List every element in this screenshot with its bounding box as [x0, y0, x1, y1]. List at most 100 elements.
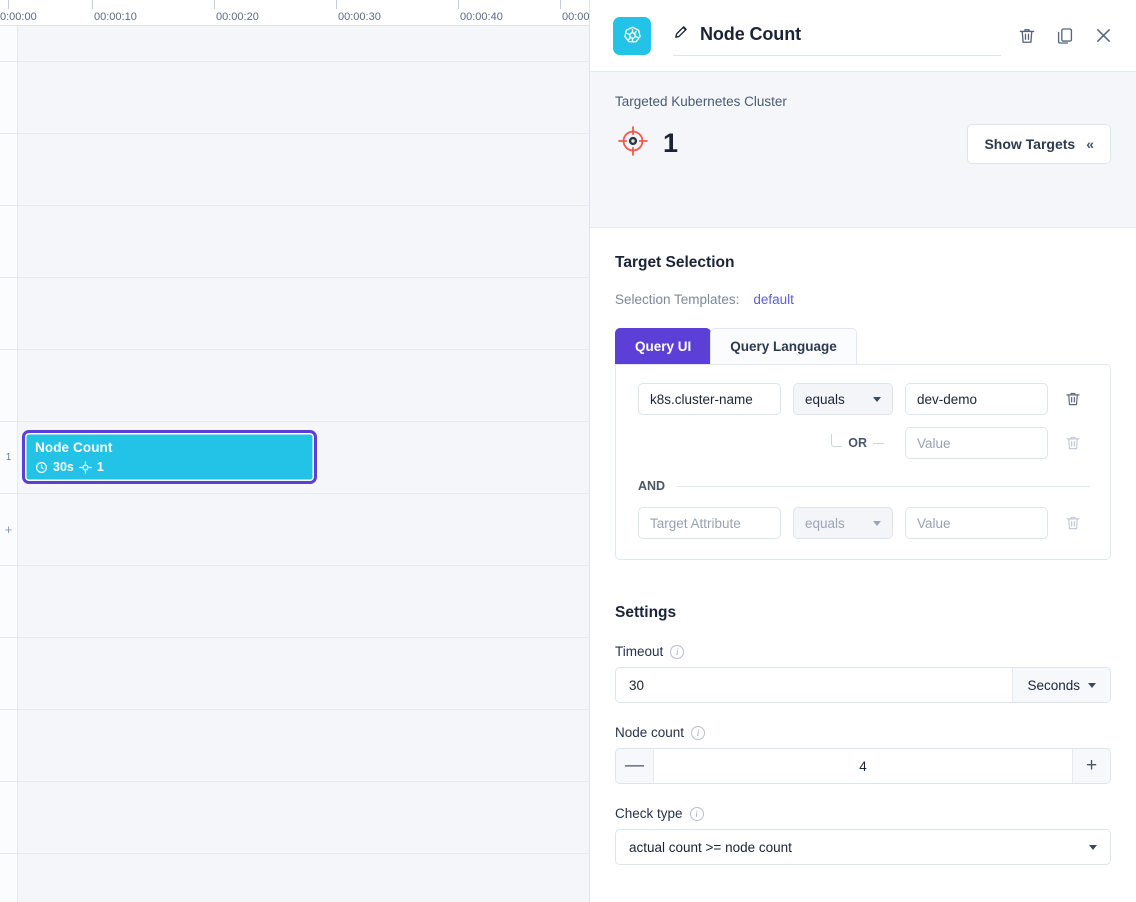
settings-section: Settings Timeout i 30 Seconds Node count [590, 604, 1136, 865]
chevron-down-icon [1088, 683, 1096, 688]
step-card-target-count: 1 [97, 460, 104, 474]
crosshair-target-icon [615, 123, 651, 164]
increment-button[interactable]: + [1072, 749, 1110, 783]
info-icon[interactable]: i [670, 645, 684, 659]
clock-icon [35, 461, 48, 474]
pencil-icon[interactable] [673, 23, 690, 45]
check-type-field: Check type i actual count >= node count [615, 806, 1111, 865]
timeline-panel: 0:00:00 00:00:10 00:00:20 00:00:30 00:00… [0, 0, 590, 902]
targeted-cluster-row: 1 Show Targets « [615, 123, 1111, 164]
tick-mark [458, 0, 459, 9]
or-value-input[interactable]: Value [905, 427, 1048, 459]
step-card-node-count[interactable]: Node Count 30s 1 [22, 430, 317, 484]
check-type-select[interactable]: actual count >= node count [615, 829, 1111, 865]
target-attribute-input-empty[interactable]: Target Attribute [638, 507, 781, 539]
target-summary: Targeted Kubernetes Cluster 1 Show Targe… [590, 72, 1136, 228]
tick-label: 00:00:40 [460, 11, 503, 23]
timeline-row[interactable] [0, 638, 589, 710]
or-elbow-line [831, 434, 842, 447]
crosshair-target-glyph [615, 123, 651, 159]
targeted-cluster-label: Targeted Kubernetes Cluster [615, 94, 1111, 109]
or-connector: OR [638, 434, 893, 453]
timeline-row[interactable] [0, 566, 589, 638]
timeline-row[interactable] [0, 782, 589, 854]
info-icon[interactable]: i [690, 807, 704, 821]
delete-condition-button-empty[interactable] [1064, 514, 1082, 532]
timeline-row[interactable] [0, 710, 589, 782]
close-icon [1093, 25, 1114, 46]
tick-mark [92, 0, 93, 9]
lane-number: 1 [0, 422, 18, 494]
settings-title: Settings [615, 604, 1111, 622]
node-count-label-row: Node count i [615, 725, 1111, 740]
selection-templates-label: Selection Templates: [615, 292, 739, 307]
kubernetes-icon [613, 17, 651, 55]
add-lane-button[interactable]: + [0, 494, 18, 566]
timeline-row[interactable] [0, 134, 589, 206]
chevron-down-icon [1089, 845, 1097, 850]
query-row-empty: Target Attribute equals Value [638, 507, 1090, 539]
selection-templates-row: Selection Templates: default [615, 292, 1111, 307]
info-icon[interactable]: i [691, 726, 705, 740]
operator-select[interactable]: equals [793, 383, 893, 415]
node-count-field: Node count i — 4 + [615, 725, 1111, 784]
target-value-input-empty[interactable]: Value [905, 507, 1048, 539]
timeout-input[interactable]: 30 [616, 668, 1012, 702]
target-attribute-input[interactable]: k8s.cluster-name [638, 383, 781, 415]
timeline-row[interactable] [0, 350, 589, 422]
timeline-row[interactable] [0, 62, 589, 134]
show-targets-button[interactable]: Show Targets « [967, 124, 1111, 164]
timeline-row[interactable] [0, 278, 589, 350]
trash-icon [1064, 514, 1082, 532]
timeline-row[interactable] [0, 854, 589, 902]
chevron-down-icon [873, 397, 881, 402]
operator-value: equals [805, 516, 845, 531]
timeout-unit-value: Seconds [1027, 678, 1080, 693]
operator-select-empty[interactable]: equals [793, 507, 893, 539]
show-targets-label: Show Targets [984, 136, 1075, 152]
node-count-stepper: — 4 + [615, 748, 1111, 784]
check-type-label-row: Check type i [615, 806, 1111, 821]
selection-template-default-link[interactable]: default [753, 292, 794, 307]
delete-or-condition-button[interactable] [1064, 434, 1082, 452]
node-count-value[interactable]: 4 [654, 749, 1072, 783]
step-card-meta: 30s 1 [35, 460, 304, 474]
tick-label: 00:00:10 [94, 11, 137, 23]
kubernetes-helm-glyph [622, 25, 643, 46]
timeout-field: Timeout i 30 Seconds [615, 644, 1111, 703]
delete-button[interactable] [1017, 26, 1037, 46]
step-card-duration: 30s [53, 460, 74, 474]
target-selection-title: Target Selection [615, 254, 1111, 272]
tab-query-language[interactable]: Query Language [710, 328, 857, 364]
header-actions [1017, 25, 1114, 46]
close-button[interactable] [1093, 25, 1114, 46]
timeline-row-add[interactable]: + [0, 494, 589, 566]
timeline-row[interactable] [0, 206, 589, 278]
step-card-title: Node Count [35, 439, 304, 456]
trash-icon [1064, 390, 1082, 408]
duplicate-button[interactable] [1055, 26, 1075, 46]
target-selection-section: Target Selection Selection Templates: de… [590, 228, 1136, 560]
trash-icon [1064, 434, 1082, 452]
panel-header: Node Count [590, 0, 1136, 72]
title-edit-field[interactable]: Node Count [673, 16, 1001, 56]
and-label: AND [638, 479, 665, 493]
tick-label: 00:00:30 [338, 11, 381, 23]
tick-label: 00:00:20 [216, 11, 259, 23]
tab-query-ui[interactable]: Query UI [615, 328, 711, 364]
delete-condition-button[interactable] [1064, 390, 1082, 408]
tick-mark [214, 0, 215, 9]
decrement-button[interactable]: — [616, 749, 654, 783]
page-title: Node Count [700, 24, 801, 45]
timeout-unit-select[interactable]: Seconds [1012, 668, 1110, 702]
target-value-input[interactable]: dev-demo [905, 383, 1048, 415]
tick-label: 0:00:00 [0, 11, 37, 23]
or-dash-line [873, 443, 884, 444]
experiment-editor: 0:00:00 00:00:10 00:00:20 00:00:30 00:00… [0, 0, 1136, 902]
and-divider [677, 486, 1090, 487]
operator-value: equals [805, 392, 845, 407]
crosshair-target-icon [79, 461, 92, 474]
query-row: k8s.cluster-name equals dev-demo [638, 383, 1090, 415]
timeline-row-selected[interactable]: 1 Node Count 30s 1 [0, 422, 589, 494]
timeline-row[interactable] [0, 26, 589, 62]
